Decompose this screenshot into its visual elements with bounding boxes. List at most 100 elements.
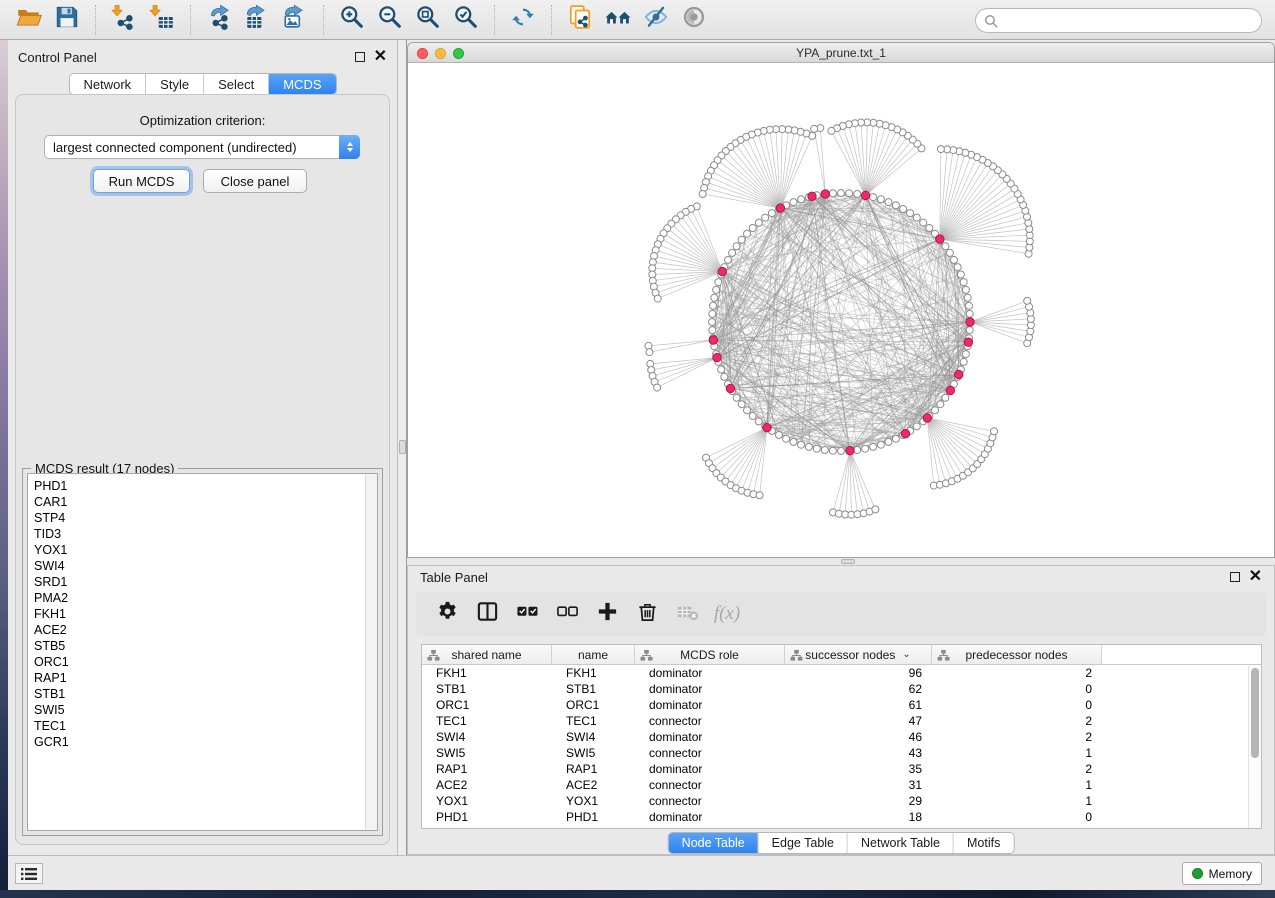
mcds-result-item[interactable]: SWI5 [34, 702, 377, 718]
mcds-result-item[interactable]: SRD1 [34, 574, 377, 590]
mcds-result-item[interactable]: SWI4 [34, 558, 377, 574]
table-row[interactable]: STB1STB1dominator620 [422, 681, 1261, 697]
save-icon[interactable] [54, 4, 80, 35]
columns-icon[interactable] [476, 600, 499, 628]
close-panel-icon[interactable]: ✕ [374, 52, 387, 62]
table-row[interactable]: SWI5SWI5connector431 [422, 745, 1261, 761]
tab-network[interactable]: Network [69, 74, 146, 94]
splitter-grip[interactable] [841, 559, 855, 564]
export-network-icon[interactable] [206, 4, 232, 35]
mcds-result-item[interactable]: PHD1 [34, 478, 377, 494]
mcds-result-list[interactable]: PHD1CAR1STP4TID3YOX1SWI4SRD1PMA2FKH1ACE2… [27, 473, 378, 831]
mcds-result-item[interactable]: TEC1 [34, 718, 377, 734]
save-button[interactable] [52, 5, 82, 35]
import-table-button[interactable] [147, 5, 177, 35]
add-icon[interactable] [596, 600, 619, 628]
maximize-window-icon[interactable] [453, 48, 464, 59]
tab-mcds[interactable]: MCDS [269, 74, 335, 94]
settings-gear-icon[interactable] [436, 600, 459, 628]
duplicate-network-icon[interactable] [567, 4, 593, 35]
select-all-icon[interactable] [516, 600, 539, 628]
hide-selected-icon[interactable] [643, 4, 669, 35]
close-panel-button[interactable]: Close panel [203, 169, 307, 193]
zoom-in-icon[interactable] [339, 4, 365, 35]
export-table-button[interactable] [242, 5, 272, 35]
run-mcds-button[interactable]: Run MCDS [93, 169, 190, 193]
open-folder-button[interactable] [14, 5, 44, 35]
mcds-result-item[interactable]: PMA2 [34, 590, 377, 606]
mcds-result-item[interactable]: FKH1 [34, 606, 377, 622]
close-window-icon[interactable] [417, 48, 428, 59]
table-row[interactable]: TEC1TEC1connector472 [422, 713, 1261, 729]
mcds-result-item[interactable]: YOX1 [34, 542, 377, 558]
first-neighbors-icon[interactable] [605, 4, 631, 35]
clear-selection-icon[interactable] [556, 600, 579, 628]
export-table-icon[interactable] [244, 4, 270, 35]
tab-node-table[interactable]: Node Table [669, 833, 759, 853]
minimize-window-icon[interactable] [435, 48, 446, 59]
float-window-icon[interactable] [1230, 572, 1240, 582]
refresh-button[interactable] [508, 5, 538, 35]
export-image-button[interactable] [280, 5, 310, 35]
vertical-splitter[interactable] [397, 40, 407, 855]
mcds-result-item[interactable]: TID3 [34, 526, 377, 542]
cytopanel-toggle-button[interactable] [15, 863, 43, 884]
table-row[interactable]: FKH1FKH1dominator962 [422, 665, 1261, 681]
node-table[interactable]: shared namenameMCDS rolesuccessor nodes⌄… [421, 644, 1262, 829]
table-row[interactable]: ACE2ACE2connector311 [422, 777, 1261, 793]
optimization-criterion-dropdown[interactable]: largest connected component (undirected) [44, 135, 360, 159]
close-panel-icon[interactable]: ✕ [1249, 572, 1262, 582]
refresh-icon[interactable] [510, 4, 536, 35]
search-box[interactable] [975, 8, 1262, 33]
import-table-icon[interactable] [149, 4, 175, 35]
add-button[interactable] [590, 597, 624, 631]
import-network-icon[interactable] [111, 4, 137, 35]
tab-style[interactable]: Style [146, 74, 204, 94]
zoom-fit-icon[interactable] [415, 4, 441, 35]
column-header-MCDS-role[interactable]: MCDS role [635, 645, 785, 664]
mcds-result-item[interactable]: RAP1 [34, 670, 377, 686]
zoom-selected-icon[interactable] [453, 4, 479, 35]
columns-button[interactable] [470, 597, 504, 631]
scrollbar-thumb[interactable] [1251, 668, 1259, 758]
mcds-result-item[interactable]: ORC1 [34, 654, 377, 670]
select-all-button[interactable] [510, 597, 544, 631]
delete-button[interactable] [630, 597, 664, 631]
delete-icon[interactable] [636, 600, 659, 628]
tab-motifs[interactable]: Motifs [954, 833, 1013, 853]
mcds-result-item[interactable]: GCR1 [34, 734, 377, 750]
mcds-result-item[interactable]: STB5 [34, 638, 377, 654]
float-window-icon[interactable] [355, 52, 365, 62]
column-header-predecessor-nodes[interactable]: predecessor nodes [932, 645, 1102, 664]
mcds-result-item[interactable]: STP4 [34, 510, 377, 526]
network-graph-canvas[interactable] [408, 63, 1274, 557]
zoom-in-button[interactable] [337, 5, 367, 35]
table-scrollbar[interactable] [1248, 666, 1261, 828]
tab-select[interactable]: Select [204, 74, 269, 94]
hide-selected-button[interactable] [641, 5, 671, 35]
network-graph-svg[interactable] [408, 63, 1274, 557]
search-input[interactable] [998, 14, 1238, 28]
zoom-fit-button[interactable] [413, 5, 443, 35]
import-network-button[interactable] [109, 5, 139, 35]
open-folder-icon[interactable] [16, 4, 42, 35]
mcds-result-scrollbar[interactable] [365, 474, 377, 830]
table-row[interactable]: YOX1YOX1connector291 [422, 793, 1261, 809]
mcds-result-item[interactable]: ACE2 [34, 622, 377, 638]
clear-selection-button[interactable] [550, 597, 584, 631]
table-row[interactable]: ORC1ORC1dominator610 [422, 697, 1261, 713]
table-row[interactable]: RAP1RAP1dominator352 [422, 761, 1261, 777]
duplicate-network-button[interactable] [565, 5, 595, 35]
column-header-shared-name[interactable]: shared name [422, 645, 552, 664]
first-neighbors-button[interactable] [603, 5, 633, 35]
mcds-result-item[interactable]: CAR1 [34, 494, 377, 510]
show-all-icon[interactable] [681, 4, 707, 35]
tab-edge-table[interactable]: Edge Table [759, 833, 848, 853]
column-header-successor-nodes[interactable]: successor nodes⌄ [785, 645, 932, 664]
settings-gear-button[interactable] [430, 597, 464, 631]
show-all-button[interactable] [679, 5, 709, 35]
column-header-name[interactable]: name [552, 645, 635, 664]
mcds-result-item[interactable]: STB1 [34, 686, 377, 702]
export-network-button[interactable] [204, 5, 234, 35]
table-row[interactable]: PHD1PHD1dominator180 [422, 809, 1261, 825]
